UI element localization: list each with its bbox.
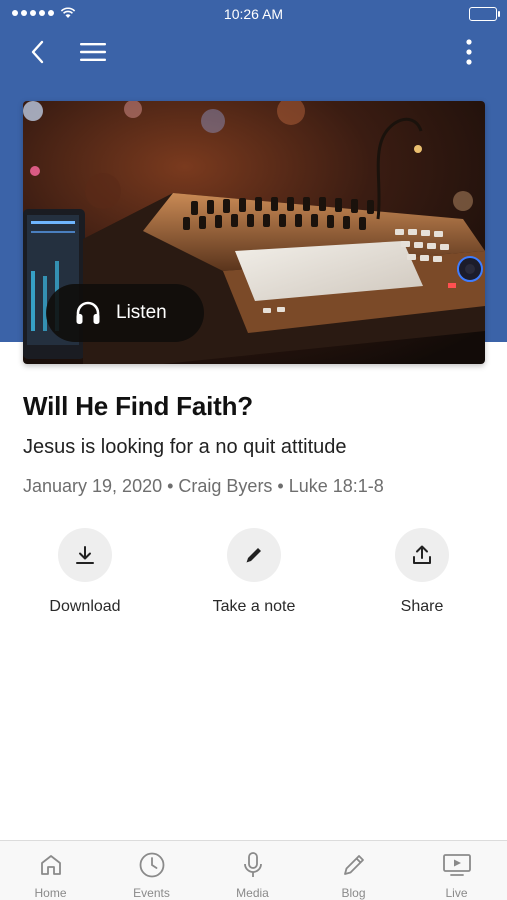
more-options-button[interactable] <box>447 30 491 74</box>
tab-blog[interactable]: Blog <box>303 841 404 900</box>
sermon-subtitle: Jesus is looking for a no quit attitude <box>23 436 347 458</box>
tab-live[interactable]: Live <box>406 841 507 900</box>
download-circle <box>58 528 112 582</box>
back-button[interactable] <box>16 30 60 74</box>
home-icon <box>40 855 61 875</box>
pencil-icon <box>246 548 261 563</box>
listen-label: Listen <box>116 302 167 323</box>
tab-home[interactable]: Home <box>0 841 101 900</box>
tab-bar: Home Events Media Blog Live <box>0 840 507 900</box>
sermon-title: Will He Find Faith? <box>23 391 253 421</box>
tab-media-label: Media <box>236 886 269 900</box>
tab-media[interactable]: Media <box>202 841 303 900</box>
sermon-meta: January 19, 2020 • Craig Byers • Luke 18… <box>23 476 384 496</box>
download-button[interactable]: Download <box>10 528 160 620</box>
tab-blog-label: Blog <box>341 886 366 900</box>
tv-icon <box>442 854 471 876</box>
more-vertical-icon <box>466 39 472 65</box>
nav-bar <box>0 30 507 74</box>
status-time: 10:26 AM <box>223 6 284 22</box>
share-label: Share <box>400 598 444 615</box>
app-screen: 10:26 AM Listen Will He Find Faith? Jesu… <box>0 0 507 900</box>
take-note-circle <box>227 528 281 582</box>
download-label: Download <box>49 598 121 615</box>
share-icon <box>413 545 431 564</box>
listen-button[interactable]: Listen <box>46 284 204 342</box>
take-note-button[interactable]: Take a note <box>179 528 329 620</box>
share-circle <box>395 528 449 582</box>
menu-button[interactable] <box>71 30 115 74</box>
sermon-hero-image: Listen <box>23 101 485 364</box>
tab-live-label: Live <box>445 886 468 900</box>
tab-events-label: Events <box>133 886 170 900</box>
clock-icon <box>139 852 164 878</box>
microphone-icon <box>243 852 262 877</box>
download-icon <box>76 546 94 564</box>
tab-home-label: Home <box>34 886 67 900</box>
take-note-label: Take a note <box>212 598 296 615</box>
chevron-left-icon <box>31 40 44 64</box>
hamburger-icon <box>80 43 106 61</box>
tab-events[interactable]: Events <box>101 841 202 900</box>
pencil-icon <box>343 855 364 875</box>
status-bar: 10:26 AM <box>0 0 507 28</box>
headphones-icon <box>76 301 100 324</box>
battery-icon <box>469 7 500 21</box>
share-button[interactable]: Share <box>347 528 497 620</box>
